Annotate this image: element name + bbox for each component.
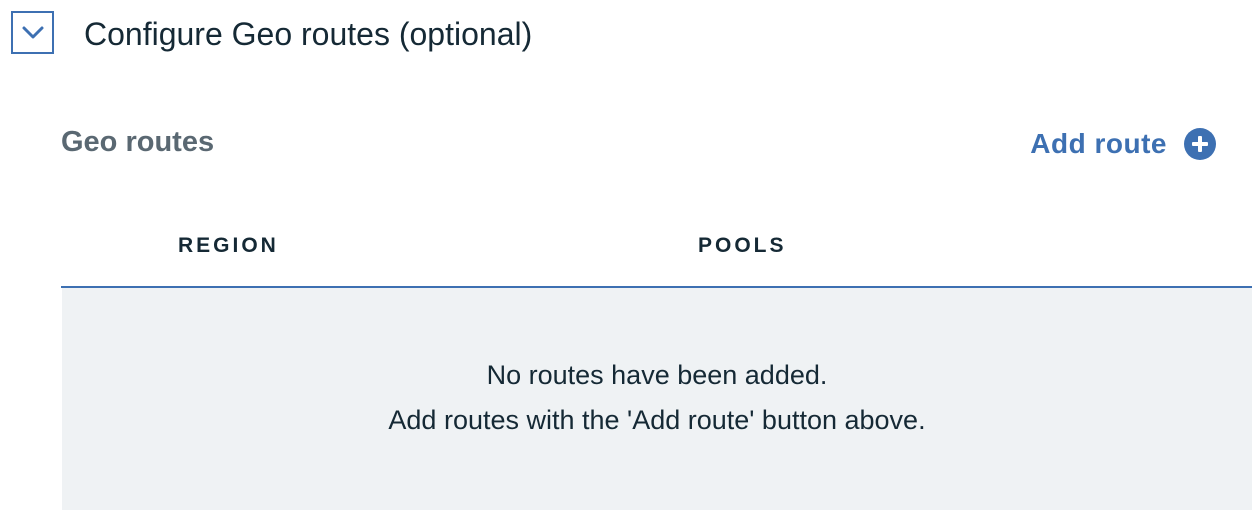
section-title: Configure Geo routes (optional) xyxy=(84,16,533,52)
collapse-toggle-button[interactable] xyxy=(11,11,54,54)
geo-routes-heading: Geo routes xyxy=(61,126,215,158)
routes-empty-state: No routes have been added. Add routes wi… xyxy=(62,288,1252,510)
plus-circle-icon xyxy=(1184,128,1216,160)
add-route-button[interactable]: Add route xyxy=(1030,126,1216,162)
column-header-region: REGION xyxy=(178,234,279,257)
add-route-label: Add route xyxy=(1030,128,1167,159)
empty-state-hint: Add routes with the 'Add route' button a… xyxy=(388,405,926,435)
chevron-down-icon xyxy=(22,26,43,38)
routes-table-header: REGION POOLS xyxy=(61,218,1252,288)
empty-state-message: No routes have been added. xyxy=(486,360,828,390)
column-header-pools: POOLS xyxy=(698,234,787,257)
